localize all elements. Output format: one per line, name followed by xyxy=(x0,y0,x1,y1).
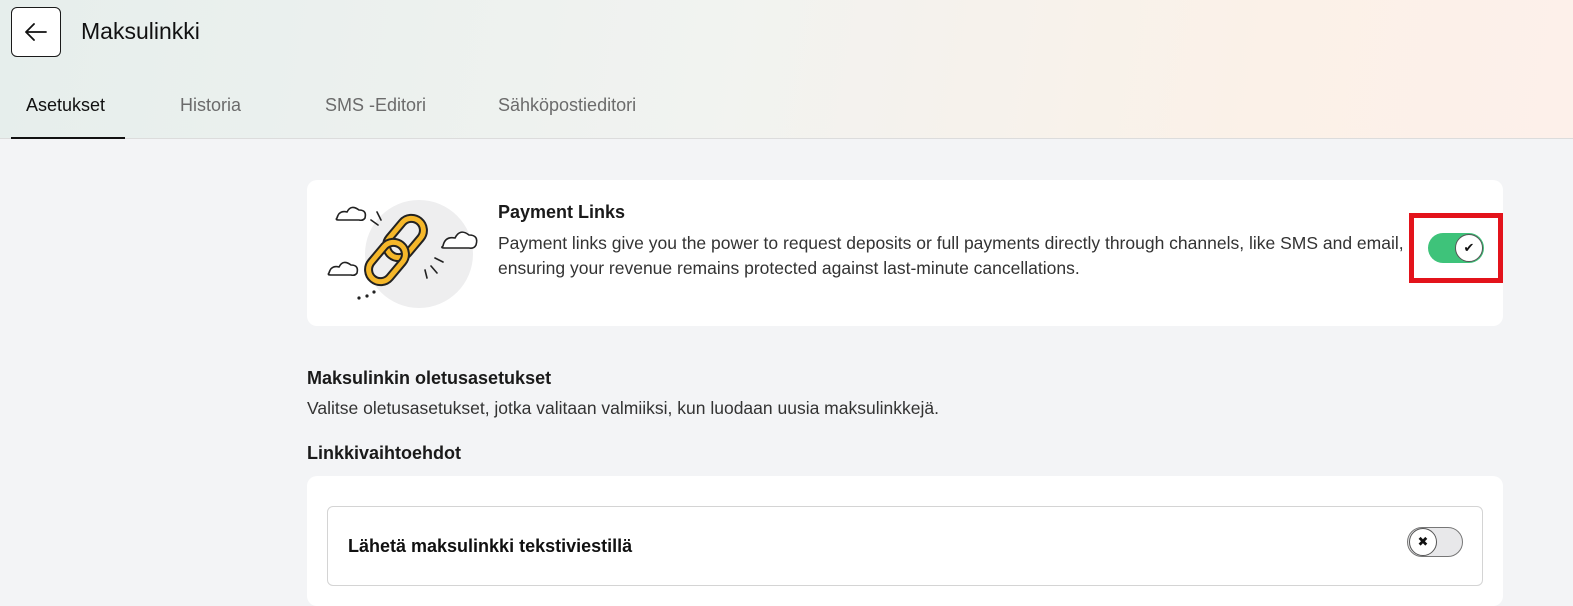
defaults-section-description: Valitse oletusasetukset, jotka valitaan … xyxy=(307,398,939,418)
page-header: Maksulinkki Asetukset Historia SMS -Edit… xyxy=(0,0,1573,139)
option-label: Lähetä maksulinkki tekstiviestillä xyxy=(348,536,633,556)
tab-label: Sähköpostieditori xyxy=(498,94,637,115)
tab-historia[interactable]: Historia xyxy=(125,72,250,138)
check-icon: ✔ xyxy=(1455,234,1483,262)
option-row-sms: Lähetä maksulinkki tekstiviestillä ✖ xyxy=(327,506,1483,586)
sms-link-toggle[interactable]: ✖ xyxy=(1407,527,1463,557)
back-button[interactable] xyxy=(11,7,61,57)
x-icon: ✖ xyxy=(1409,528,1437,556)
payment-links-card: Payment Links Payment links give you the… xyxy=(307,180,1503,326)
page-title: Maksulinkki xyxy=(81,18,200,44)
arrow-left-icon xyxy=(25,23,47,41)
link-options-card: Lähetä maksulinkki tekstiviestillä ✖ xyxy=(307,476,1503,606)
link-options-title: Linkkivaihtoehdot xyxy=(307,443,462,463)
chain-link-illustration xyxy=(327,200,478,308)
tab-asetukset[interactable]: Asetukset xyxy=(11,72,125,139)
tab-sms-editori[interactable]: SMS -Editori xyxy=(250,72,428,138)
tab-label: Asetukset xyxy=(26,94,106,115)
payment-links-title: Payment Links xyxy=(498,202,626,222)
tab-bar: Asetukset Historia SMS -Editori Sähköpos… xyxy=(11,72,668,139)
payment-links-toggle[interactable]: ✔ xyxy=(1428,233,1484,263)
defaults-section-title: Maksulinkin oletusasetukset xyxy=(307,368,552,388)
payment-links-description: Payment links give you the power to requ… xyxy=(498,233,1404,278)
tab-label: SMS -Editori xyxy=(325,94,427,115)
tab-label: Historia xyxy=(180,94,242,115)
tab-sahkopostieditori[interactable]: Sähköpostieditori xyxy=(428,72,668,138)
